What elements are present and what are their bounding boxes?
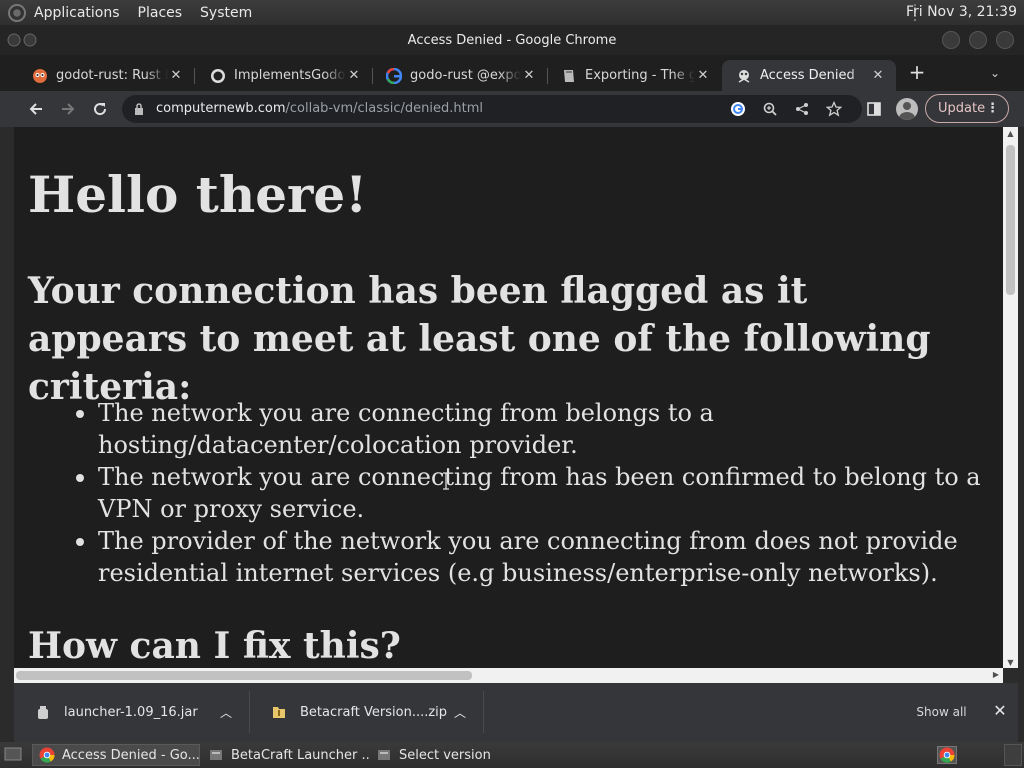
download-filename: launcher-1.09_16.jar [64, 704, 198, 720]
tray-chrome-icon[interactable] [937, 746, 957, 764]
forward-arrow-icon[interactable] [56, 97, 80, 121]
scroll-down-arrow-icon[interactable]: ▼ [1006, 658, 1015, 667]
places-menu[interactable]: Places [138, 5, 183, 21]
criteria-item: The provider of the network you are conn… [76, 525, 993, 589]
window-edge [1018, 127, 1024, 683]
close-window-button[interactable] [996, 31, 1014, 49]
tab-search-chevron-icon[interactable]: ⌄ [985, 63, 1005, 83]
chevron-up-icon[interactable]: ︿ [219, 704, 233, 721]
download-item-betacraft[interactable]: Betacraft Version....zip ︿ [250, 691, 484, 733]
show-all-downloads-button[interactable]: Show all [914, 698, 969, 726]
bottom-taskbar: Access Denied - Go... BetaCraft Launcher… [0, 742, 1024, 768]
scroll-up-arrow-icon[interactable]: ▲ [1006, 129, 1015, 138]
scroll-right-arrow-icon[interactable]: ▶ [993, 670, 999, 679]
zip-file-icon [273, 707, 285, 718]
tab-title: Access Denied [760, 68, 855, 83]
profile-avatar-icon[interactable] [896, 98, 918, 120]
tab-title: godo-rust @export [410, 68, 521, 83]
tab-close-icon[interactable]: ✕ [168, 68, 184, 83]
close-download-shelf-icon[interactable]: ✕ [990, 699, 1010, 723]
taskbar-item-chrome[interactable]: Access Denied - Go... [32, 744, 200, 766]
tab-close-icon[interactable]: ✕ [346, 68, 362, 83]
side-panel-icon[interactable] [862, 97, 886, 121]
tab-close-icon[interactable]: ✕ [870, 68, 886, 83]
url-host: computernewb.com [156, 101, 286, 116]
zoom-icon[interactable] [760, 99, 780, 119]
tab-exporting[interactable]: Exporting - The gdr ✕ [547, 60, 721, 91]
horizontal-scroll-thumb[interactable] [16, 671, 472, 680]
collabvm-icon [736, 68, 752, 84]
share-icon[interactable] [792, 99, 812, 119]
maximize-button[interactable] [969, 31, 987, 49]
browser-toolbar: computernewb.com/collab-vm/classic/denie… [0, 91, 1024, 127]
tab-title: godot-rust: Rust bi [56, 68, 168, 83]
taskbar-item-select-version[interactable]: Select version [370, 744, 538, 766]
tab-divider [194, 68, 195, 84]
text-cursor-icon [443, 472, 449, 490]
chrome-icon [39, 747, 55, 763]
criteria-list: The network you are connecting from belo… [76, 397, 993, 589]
url-text[interactable]: computernewb.com/collab-vm/classic/denie… [156, 101, 483, 116]
tab-close-icon[interactable]: ✕ [695, 68, 711, 83]
jar-file-icon [38, 706, 48, 719]
download-shelf: launcher-1.09_16.jar ︿ Betacraft Version… [14, 683, 1018, 742]
back-arrow-icon[interactable] [24, 97, 48, 121]
address-bar[interactable]: computernewb.com/collab-vm/classic/denie… [122, 95, 862, 123]
tab-godot-rust[interactable]: godot-rust: Rust bi ✕ [18, 60, 195, 91]
reload-icon[interactable] [88, 97, 112, 121]
tab-access-denied[interactable]: Access Denied ✕ [722, 60, 896, 91]
bookmark-star-icon[interactable] [824, 99, 844, 119]
top-panel: Applications Places System Fri Nov 3, 21… [0, 0, 1024, 25]
page-subheading: Your connection has been flagged as it a… [28, 270, 931, 408]
page-content: Hello there! Your connection has been fl… [14, 127, 1003, 668]
panel-clock[interactable]: Fri Nov 3, 21:39 [906, 4, 1017, 20]
github-icon [210, 68, 226, 84]
tab-title: Exporting - The gdr [585, 68, 695, 83]
horizontal-scrollbar[interactable]: ▶ [14, 668, 1003, 683]
book-icon [561, 68, 577, 84]
google-icon [386, 67, 402, 84]
taskbar-item-label: Access Denied - Go... [62, 747, 200, 763]
taskbar-item-label: Select version [399, 747, 491, 763]
tab-strip: godot-rust: Rust bi ✕ ImplementsGodotE ✕… [0, 55, 1024, 91]
url-path: /collab-vm/classic/denied.html [285, 101, 484, 116]
tab-title: ImplementsGodotE [234, 68, 346, 83]
more-menu-icon[interactable]: ⋮ [986, 95, 999, 122]
owl-icon [32, 68, 48, 84]
workspace-switcher[interactable] [1004, 744, 1022, 766]
system-menu[interactable]: System [200, 5, 252, 21]
applications-menu[interactable]: Applications [34, 5, 120, 21]
download-filename: Betacraft Version....zip [300, 704, 448, 720]
tab-close-icon[interactable]: ✕ [521, 68, 537, 83]
window-title: Access Denied - Google Chrome [407, 33, 617, 48]
gnome-logo-icon[interactable] [8, 3, 26, 22]
download-item-launcher[interactable]: launcher-1.09_16.jar ︿ [14, 691, 250, 733]
window-menu-icon[interactable] [6, 31, 38, 49]
new-tab-plus-icon[interactable]: + [906, 62, 928, 84]
tab-godo-rust-export[interactable]: godo-rust @export ✕ [372, 60, 548, 91]
update-label: Update [938, 101, 986, 116]
criteria-item: The network you are connecting from belo… [76, 397, 993, 461]
fix-heading: How can I fix this? [28, 625, 401, 667]
tab-implements-godot[interactable]: ImplementsGodotE ✕ [196, 60, 373, 91]
chevron-up-icon[interactable]: ︿ [453, 704, 467, 721]
update-button[interactable]: Update ⋮ [925, 94, 1009, 123]
criteria-item: The network you are connecting from has … [76, 461, 993, 525]
java-app-icon [210, 750, 222, 760]
window-titlebar[interactable]: Access Denied - Google Chrome [0, 25, 1024, 55]
vertical-scrollbar[interactable]: ▲ ▼ [1003, 127, 1018, 668]
page-heading: Hello there! [28, 165, 368, 224]
taskbar-item-betacraft-launcher[interactable]: BetaCraft Launcher ... [202, 744, 370, 766]
lock-icon[interactable] [134, 103, 144, 115]
java-app-icon [378, 750, 390, 760]
taskbar-item-label: BetaCraft Launcher ... [231, 747, 370, 763]
vertical-scroll-thumb[interactable] [1006, 145, 1015, 295]
show-desktop-icon[interactable] [4, 746, 22, 762]
minimize-button[interactable] [942, 31, 960, 49]
google-lens-icon[interactable] [728, 99, 748, 119]
